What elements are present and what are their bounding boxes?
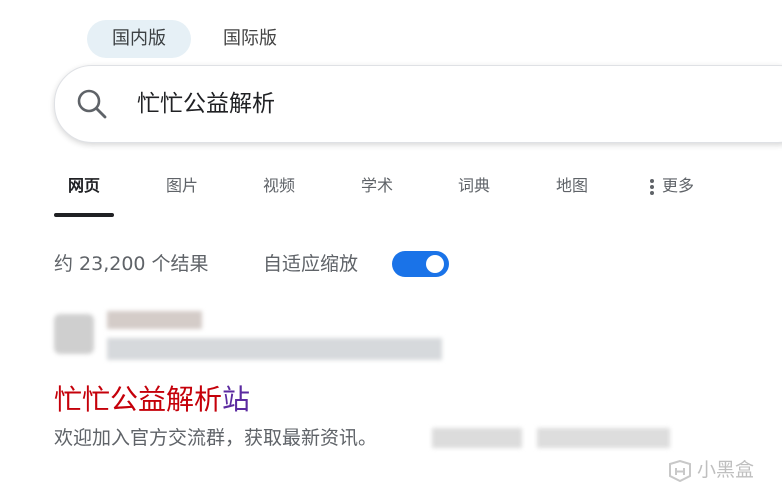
kebab-menu-icon [650, 177, 654, 197]
heybox-logo-icon [669, 459, 691, 482]
tab-maps[interactable]: 地图 [542, 168, 602, 204]
search-icon[interactable] [74, 86, 110, 122]
search-box[interactable]: 忙忙公益解析 [54, 65, 782, 143]
watermark: 小黑盒 [667, 455, 754, 485]
tab-dictionary[interactable]: 词典 [444, 168, 504, 204]
result-title-rest: 站 [222, 383, 251, 416]
site-favicon [54, 314, 94, 354]
result-snippet: 欢迎加入官方交流群，获取最新资讯。 [54, 424, 377, 452]
result-count: 约 23,200 个结果 [54, 253, 209, 275]
region-tab-international[interactable]: 国际版 [204, 20, 296, 58]
result-snippet-text: 欢迎加入官方交流群，获取最新资讯。 [54, 427, 378, 449]
search-input[interactable]: 忙忙公益解析 [137, 86, 275, 122]
active-tab-indicator [54, 213, 114, 217]
tab-more[interactable]: 更多 [650, 168, 720, 204]
site-name-redacted [107, 311, 202, 329]
result-title-link[interactable]: 忙忙公益解析站 [54, 380, 250, 420]
snippet-redacted-1 [432, 428, 522, 448]
result-title-highlight: 忙忙公益解析 [54, 383, 223, 416]
toggle-knob [426, 255, 444, 273]
snippet-redacted-2 [537, 428, 670, 448]
tab-videos[interactable]: 视频 [249, 168, 309, 204]
watermark-text: 小黑盒 [697, 459, 755, 481]
adaptive-zoom-toggle[interactable] [392, 251, 449, 277]
site-url-redacted [107, 338, 442, 360]
tab-images[interactable]: 图片 [152, 168, 212, 204]
tab-more-label: 更多 [662, 176, 695, 195]
adaptive-zoom-label: 自适应缩放 [263, 253, 359, 275]
tab-academic[interactable]: 学术 [347, 168, 407, 204]
tab-web[interactable]: 网页 [54, 168, 114, 204]
region-tab-domestic[interactable]: 国内版 [87, 20, 191, 58]
